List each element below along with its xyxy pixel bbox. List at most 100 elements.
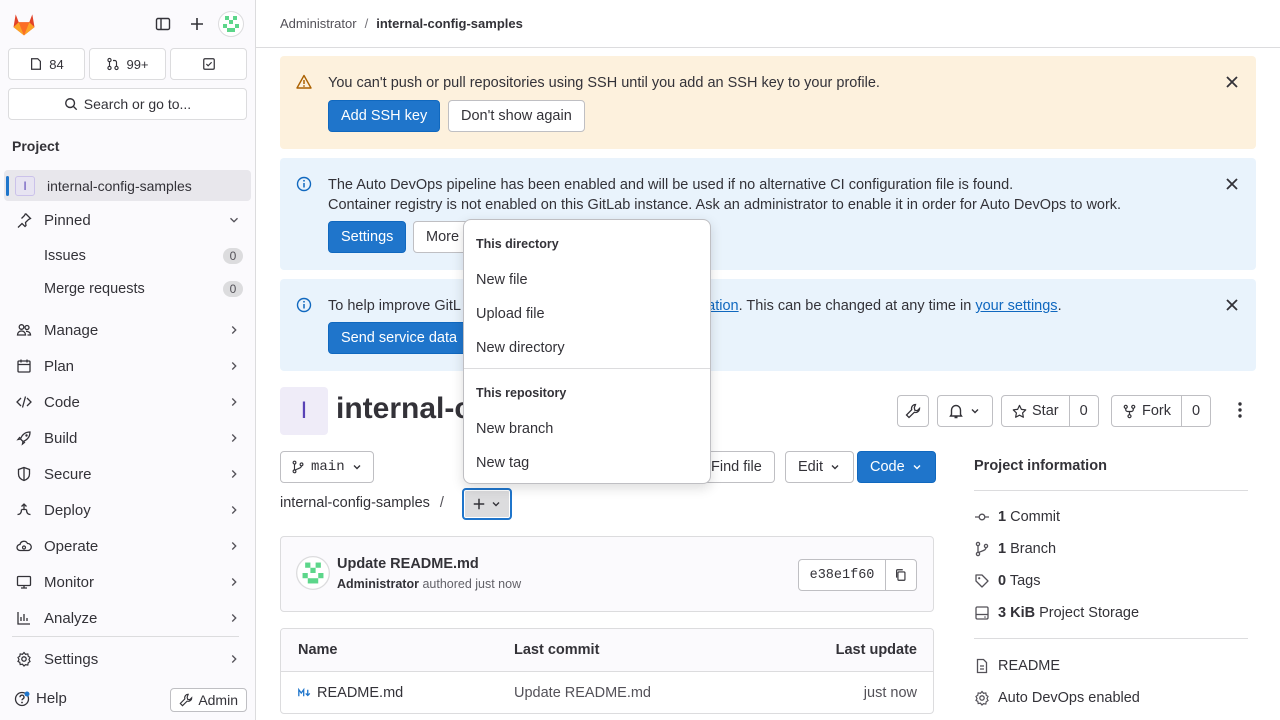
commit-sha[interactable]: e38e1f60 — [798, 559, 886, 591]
sidebar-top — [8, 8, 247, 40]
commit-author[interactable]: Administrator — [337, 577, 419, 591]
sidebar-item-secure[interactable]: Secure — [4, 458, 251, 490]
notifications-dropdown[interactable] — [937, 395, 993, 427]
sidebar-item-issues[interactable]: Issues 0 — [4, 240, 251, 272]
help-label: Help — [36, 690, 67, 707]
column-last-commit: Last commit — [514, 642, 600, 658]
readme-link[interactable]: README — [974, 658, 1060, 674]
branches-link[interactable]: 1 Branch — [974, 541, 1056, 557]
issues-badge: 0 — [223, 248, 243, 264]
close-icon[interactable] — [1224, 176, 1240, 192]
sidebar-item-label: Issues — [44, 248, 86, 264]
add-to-tree-dropdown: This directory New file Upload file New … — [463, 219, 711, 484]
file-name[interactable]: README.md — [317, 685, 403, 701]
column-last-update: Last update — [835, 642, 917, 658]
chevron-down-icon — [492, 502, 500, 507]
gear-icon — [975, 690, 989, 706]
file-last-commit[interactable]: Update README.md — [514, 685, 651, 701]
help-button[interactable]: Help — [14, 690, 67, 707]
sidebar-item-label: Settings — [44, 650, 99, 668]
upload-file-item[interactable]: Upload file — [476, 306, 545, 322]
sidebar-item-label: Monitor — [44, 573, 95, 591]
breadcrumb-current[interactable]: internal-config-samples — [376, 16, 523, 31]
admin-settings-button[interactable] — [897, 395, 929, 427]
auto-devops-link[interactable]: Auto DevOps enabled — [974, 690, 1140, 706]
star-label: Star — [1032, 403, 1059, 419]
code-icon — [16, 396, 32, 408]
table-row[interactable]: README.md Update README.md just now — [281, 672, 933, 713]
new-branch-item[interactable]: New branch — [476, 421, 553, 437]
path-separator: / — [439, 495, 444, 511]
sidebar-item-analyze[interactable]: Analyze — [4, 602, 251, 634]
copy-sha-button[interactable] — [885, 559, 917, 591]
todos-button[interactable] — [170, 48, 247, 80]
cloud-gear-icon — [16, 540, 32, 552]
chevron-right-icon — [231, 470, 237, 478]
search-button[interactable]: Search or go to... — [8, 88, 247, 120]
chevron-right-icon — [231, 326, 237, 334]
commits-link[interactable]: 1 Commit — [974, 509, 1060, 525]
close-icon[interactable] — [1224, 297, 1240, 313]
warning-icon — [296, 74, 312, 89]
breadcrumb-parent[interactable]: Administrator — [280, 16, 357, 31]
settings-button[interactable]: Settings — [328, 221, 407, 253]
your-settings-link[interactable]: your settings — [975, 298, 1057, 314]
commit-author-avatar[interactable] — [296, 556, 330, 590]
gitlab-logo-icon[interactable] — [10, 10, 38, 38]
sidebar-item-operate[interactable]: Operate — [4, 530, 251, 562]
project-info-title: Project information — [974, 458, 1107, 474]
new-tag-item[interactable]: New tag — [476, 455, 529, 471]
close-icon[interactable] — [1224, 74, 1240, 90]
disk-icon — [975, 606, 989, 620]
branches-count: 1 — [998, 541, 1007, 557]
sidebar-item-manage[interactable]: Manage — [4, 314, 251, 346]
sidebar-item-code[interactable]: Code — [4, 386, 251, 418]
send-service-data-button[interactable]: Send service data — [328, 322, 471, 354]
more-actions-icon[interactable] — [1228, 401, 1252, 421]
new-file-item[interactable]: New file — [476, 272, 528, 288]
commit-meta: Administrator authored just now — [337, 577, 521, 591]
sidebar-item-build[interactable]: Build — [4, 422, 251, 454]
chevron-down-icon — [971, 409, 979, 414]
add-ssh-key-button[interactable]: Add SSH key — [328, 100, 441, 132]
sidebar-item-label: Secure — [44, 465, 92, 483]
create-new-icon[interactable] — [181, 8, 213, 40]
star-button[interactable]: Star 0 — [1001, 395, 1099, 427]
code-dropdown[interactable]: Code — [857, 451, 936, 483]
sidebar-item-settings[interactable]: Settings — [4, 643, 251, 675]
sidebar-item-merge-requests[interactable]: Merge requests 0 — [4, 273, 251, 305]
commit-title[interactable]: Update README.md — [337, 556, 479, 572]
sidebar-item-label: Manage — [44, 321, 99, 339]
assigned-issues-button[interactable]: 84 — [8, 48, 85, 80]
admin-area-button[interactable]: Admin — [170, 688, 247, 712]
sidebar-project-link[interactable]: I internal-config-samples — [4, 170, 251, 201]
sidebar-item-monitor[interactable]: Monitor — [4, 566, 251, 598]
merge-requests-button[interactable]: 99+ — [89, 48, 166, 80]
add-to-tree-button[interactable] — [462, 488, 512, 520]
storage-link[interactable]: 3 KiB Project Storage — [974, 605, 1139, 621]
repo-path-root[interactable]: internal-config-samples — [280, 495, 430, 511]
branch-icon — [975, 541, 989, 557]
fork-button[interactable]: Fork 0 — [1111, 395, 1212, 427]
find-file-button[interactable]: Find file — [700, 451, 775, 483]
new-directory-item[interactable]: New directory — [476, 340, 565, 356]
sidebar-item-plan[interactable]: Plan — [4, 350, 251, 382]
sidebar-item-deploy[interactable]: Deploy — [4, 494, 251, 526]
tags-link[interactable]: 0 Tags — [974, 573, 1041, 589]
shield-icon — [17, 466, 31, 482]
dont-show-again-button[interactable]: Don't show again — [448, 100, 585, 132]
branch-selector[interactable]: main — [280, 451, 374, 483]
sidebar-item-pinned[interactable]: Pinned — [4, 204, 251, 236]
search-icon — [64, 98, 77, 111]
fork-count[interactable]: 0 — [1181, 396, 1210, 426]
sidebar-item-label: Code — [44, 393, 80, 411]
user-avatar[interactable] — [215, 8, 247, 40]
chevron-right-icon — [231, 362, 237, 370]
ssh-key-alert: You can't push or pull repositories usin… — [280, 56, 1256, 149]
star-count[interactable]: 0 — [1068, 396, 1098, 426]
fork-icon — [1123, 404, 1136, 418]
sidebar-toggle-icon[interactable] — [147, 8, 179, 40]
chevron-right-icon — [231, 655, 237, 663]
admin-label: Admin — [198, 692, 238, 708]
edit-dropdown[interactable]: Edit — [785, 451, 854, 483]
